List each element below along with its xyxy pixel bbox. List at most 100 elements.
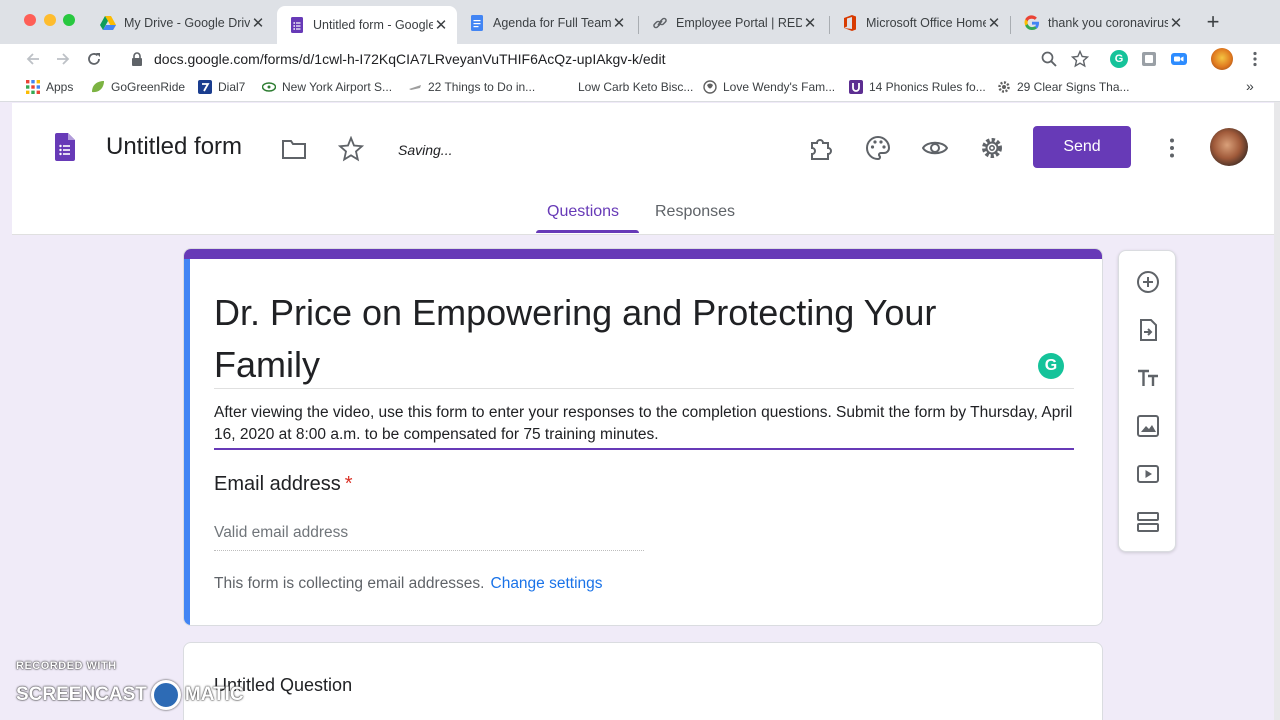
- reload-icon: [88, 53, 100, 65]
- address-bar[interactable]: docs.google.com/forms/d/1cwl-h-I72KqCIA7…: [116, 45, 1096, 73]
- add-question-icon[interactable]: [1135, 269, 1161, 295]
- required-asterisk: *: [344, 473, 353, 495]
- change-settings-link[interactable]: Change settings: [491, 575, 603, 592]
- add-section-icon[interactable]: [1135, 509, 1161, 535]
- browser-tab-untitled-form[interactable]: Untitled form - Google F ✕: [277, 6, 457, 44]
- question-card[interactable]: Untitled Question: [183, 642, 1103, 720]
- tab-title: Microsoft Office Home: [866, 16, 986, 30]
- tab-questions[interactable]: Questions: [547, 203, 619, 221]
- chrome-menu-icon[interactable]: [1246, 50, 1264, 68]
- tab-title: thank you coronavirus h: [1048, 16, 1168, 30]
- browser-tab-microsoft-office[interactable]: Microsoft Office Home ✕: [830, 8, 1010, 38]
- watermark-line1: RECORDED WITH: [16, 660, 117, 672]
- tab-title: Agenda for Full Team Z: [493, 16, 611, 30]
- close-tab-icon[interactable]: ✕: [433, 16, 449, 34]
- url-text: docs.google.com/forms/d/1cwl-h-I72KqCIA7…: [154, 51, 666, 67]
- email-field: Valid email address: [214, 524, 349, 541]
- page-edge-right: [1274, 102, 1280, 720]
- bookmark-apps[interactable]: Apps: [26, 80, 73, 94]
- bookmark-label: Apps: [46, 80, 74, 94]
- zoom-icon[interactable]: [1040, 50, 1058, 68]
- close-tab-icon[interactable]: ✕: [1168, 14, 1184, 32]
- close-tab-icon[interactable]: ✕: [611, 14, 627, 32]
- browser-tab-thank-you[interactable]: thank you coronavirus h ✕: [1012, 8, 1192, 38]
- import-questions-icon[interactable]: [1135, 317, 1161, 343]
- close-tab-icon[interactable]: ✕: [250, 14, 266, 32]
- card-selected-indicator: [184, 259, 190, 625]
- bookmark-label: GoGreenRide: [111, 80, 186, 94]
- page-edge-left: [0, 102, 12, 720]
- minimize-window-button[interactable]: [44, 14, 56, 26]
- form-title-card[interactable]: Dr. Price on Empowering and Protecting Y…: [183, 248, 1103, 626]
- extension-icon[interactable]: [1140, 50, 1158, 68]
- add-image-icon[interactable]: [1135, 413, 1161, 439]
- screencast-watermark: RECORDED WITH SCREENCAST MATIC: [16, 660, 244, 710]
- profile-avatar[interactable]: [1211, 48, 1233, 70]
- close-tab-icon[interactable]: ✕: [986, 14, 1002, 32]
- bookmarks-bar: Apps GoGreenRide Dial7 New York Airport …: [0, 74, 1280, 102]
- maximize-window-button[interactable]: [63, 14, 75, 26]
- preview-eye-icon[interactable]: [922, 135, 948, 161]
- bookmark-low-carb-keto[interactable]: Low Carb Keto Bisc...: [558, 80, 693, 94]
- more-options-icon[interactable]: [1159, 135, 1185, 161]
- tab-title: Employee Portal | REDI: [676, 16, 802, 30]
- form-description[interactable]: After viewing the video, use this form t…: [214, 402, 1074, 446]
- video-extension-icon[interactable]: [1170, 50, 1188, 68]
- close-tab-icon[interactable]: ✕: [802, 14, 818, 32]
- browser-tab-employee-portal[interactable]: Employee Portal | REDI ✕: [640, 8, 826, 38]
- bookmark-label: New York Airport S...: [282, 80, 393, 94]
- blank-page-icon: [558, 80, 572, 94]
- tab-responses[interactable]: Responses: [655, 203, 735, 221]
- folder-icon[interactable]: [281, 136, 307, 162]
- bookmark-14-phonics[interactable]: 14 Phonics Rules fo...: [849, 80, 986, 94]
- bookmark-label: 29 Clear Signs Tha...: [1017, 80, 1130, 94]
- tab-separator: [1010, 16, 1011, 34]
- bookmark-dial7[interactable]: Dial7: [198, 80, 245, 94]
- forward-button[interactable]: [52, 48, 74, 70]
- settings-gear-icon[interactable]: [979, 135, 1005, 161]
- bookmark-gogreenride[interactable]: GoGreenRide: [91, 80, 185, 94]
- bookmark-star-icon[interactable]: [1071, 50, 1089, 68]
- bookmark-label: Love Wendy's Fam...: [723, 80, 836, 94]
- palette-icon[interactable]: [865, 135, 891, 161]
- reload-button[interactable]: [83, 48, 105, 70]
- new-tab-button[interactable]: +: [1203, 11, 1223, 33]
- active-tab-indicator: [536, 230, 639, 233]
- tab-title: My Drive - Google Drive: [124, 16, 250, 30]
- link-icon: [652, 15, 668, 31]
- browser-tab-agenda[interactable]: Agenda for Full Team Z ✕: [457, 8, 635, 38]
- floating-toolbar: [1118, 250, 1176, 552]
- form-title[interactable]: Untitled form: [106, 133, 242, 161]
- watermark-right: MATIC: [184, 684, 244, 705]
- form-heading[interactable]: Dr. Price on Empowering and Protecting Y…: [214, 287, 1034, 391]
- send-button[interactable]: Send: [1033, 126, 1131, 168]
- email-field-underline: [214, 550, 644, 551]
- google-docs-icon: [469, 15, 485, 31]
- star-icon[interactable]: [338, 136, 364, 162]
- forms-header: Untitled form Saving... Send Questions R…: [12, 103, 1274, 235]
- google-forms-icon: [289, 17, 305, 33]
- grammarly-icon[interactable]: G: [1038, 353, 1064, 379]
- add-video-icon[interactable]: [1135, 461, 1161, 487]
- account-avatar[interactable]: [1210, 128, 1248, 166]
- bookmark-love-wendys[interactable]: Love Wendy's Fam...: [703, 80, 835, 94]
- browser-tab-my-drive[interactable]: My Drive - Google Drive ✕: [88, 8, 274, 38]
- bookmark-label: Low Carb Keto Bisc...: [578, 80, 694, 94]
- add-title-icon[interactable]: [1135, 365, 1161, 391]
- email-label-text: Email address: [214, 473, 341, 495]
- close-window-button[interactable]: [24, 14, 36, 26]
- divider: [214, 388, 1074, 389]
- back-button[interactable]: [22, 48, 44, 70]
- google-forms-logo-icon[interactable]: [55, 133, 75, 161]
- bookmark-29-clear-signs[interactable]: 29 Clear Signs Tha...: [997, 80, 1130, 94]
- bookmark-new-york-airport[interactable]: New York Airport S...: [262, 80, 392, 94]
- bookmark-label: Dial7: [218, 80, 246, 94]
- more-bookmarks-button[interactable]: »: [1246, 78, 1254, 94]
- grammarly-extension-icon[interactable]: G: [1110, 50, 1128, 68]
- bookmark-label: 14 Phonics Rules fo...: [869, 80, 986, 94]
- plane-icon: [409, 85, 421, 90]
- add-ons-icon[interactable]: [808, 135, 834, 161]
- bookmark-22-things[interactable]: 22 Things to Do in...: [408, 80, 535, 94]
- leaf-icon: [92, 81, 104, 93]
- apps-grid-icon: [26, 80, 40, 94]
